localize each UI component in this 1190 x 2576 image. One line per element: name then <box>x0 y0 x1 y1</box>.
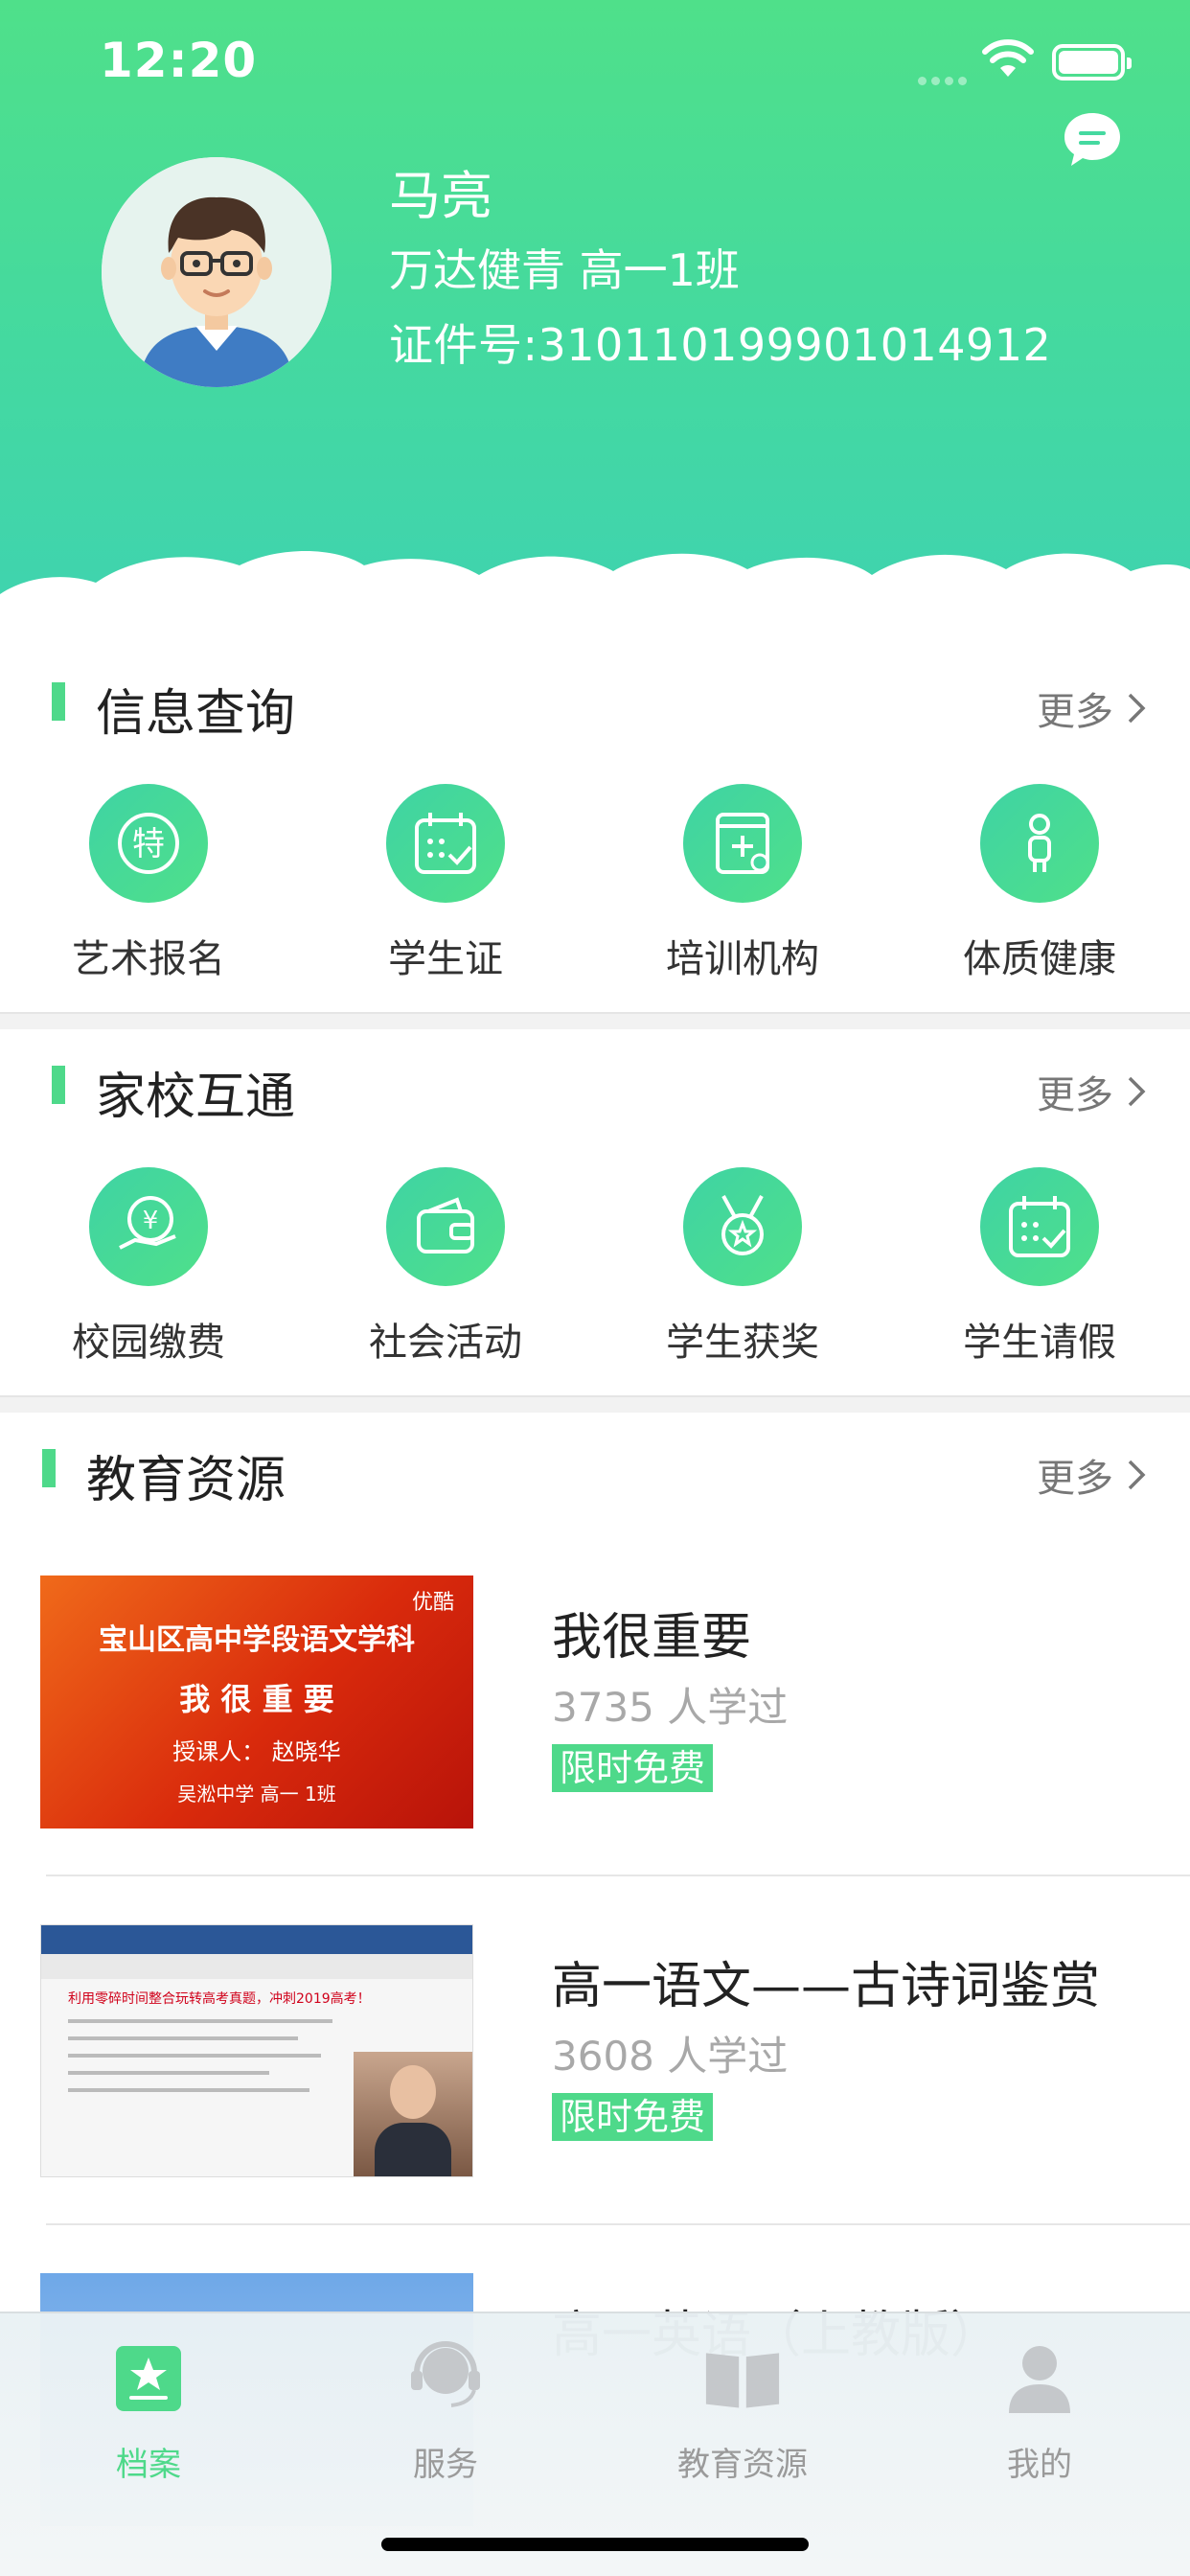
teacher-video <box>354 2052 472 2176</box>
battery-icon <box>1052 44 1132 80</box>
item-label: 校园缴费 <box>72 1321 225 1365</box>
item-label: 学生获奖 <box>666 1321 819 1365</box>
thumb-toolbar <box>41 1925 472 1954</box>
archive-star-icon <box>110 2340 187 2417</box>
section-title: 家校互通 <box>96 1069 296 1126</box>
resource-learner-count: 3735 人学过 <box>552 1684 789 1731</box>
thumb-line: 宝山区高中学段语文学科 <box>99 1623 415 1657</box>
home-item-campus-payment[interactable]: ¥ 校园缴费 <box>0 1167 297 1378</box>
resource-item[interactable]: 利用零碎时间整合玩转高考真题，冲刺2019高考！ 高一语文——古诗词鉴赏 360… <box>0 1924 1190 2269</box>
section-title: 教育资源 <box>86 1452 286 1509</box>
tab-label: 服务 <box>413 2446 478 2484</box>
tab-mine[interactable]: 我的 <box>891 2340 1188 2485</box>
cloud-divider <box>0 551 1190 642</box>
message-icon[interactable] <box>1060 107 1125 172</box>
info-item-art-registration[interactable]: 特 艺术报名 <box>0 784 297 995</box>
status-time: 12:20 <box>100 33 258 88</box>
resource-thumbnail: 利用零碎时间整合玩转高考真题，冲刺2019高考！ <box>40 1924 473 2177</box>
wallet-icon <box>386 1167 505 1286</box>
student-avatar-icon <box>102 157 332 387</box>
medical-book-icon <box>683 784 802 903</box>
more-label: 更多 <box>1037 1073 1113 1117</box>
tab-label: 档案 <box>116 2446 181 2484</box>
section-accent-bar <box>52 682 65 721</box>
section-header-info-query: 信息查询 更多 <box>0 663 1190 743</box>
home-item-student-award[interactable]: 学生获奖 <box>594 1167 891 1378</box>
tab-label: 我的 <box>1007 2446 1072 2484</box>
more-link[interactable]: 更多 <box>1037 1447 1146 1503</box>
open-book-icon <box>704 2340 781 2417</box>
svg-text:特: 特 <box>132 825 165 863</box>
section-header-home-school: 家校互通 更多 <box>0 1046 1190 1126</box>
home-item-social-activity[interactable]: 社会活动 <box>297 1167 594 1378</box>
resource-title: 高一语文——古诗词鉴赏 <box>552 1958 1101 2015</box>
more-link[interactable]: 更多 <box>1037 680 1146 736</box>
home-indicator[interactable] <box>381 2538 809 2551</box>
calendar-check-icon <box>386 784 505 903</box>
row-divider <box>46 2223 1190 2225</box>
info-query-grid: 特 艺术报名 学生证 培训机构 体质健康 <box>0 784 1190 995</box>
section-divider <box>0 1395 1190 1413</box>
wifi-icon <box>982 39 1034 77</box>
chevron-right-icon <box>1128 1076 1146 1107</box>
info-item-physical-health[interactable]: 体质健康 <box>891 784 1188 995</box>
status-bar: 12:20 <box>0 0 1190 125</box>
thumb-line: 授课人： 赵晓华 <box>172 1738 341 1765</box>
resource-item[interactable]: 优酷 宝山区高中学段语文学科 我 很 重 要 授课人： 赵晓华 吴淞中学 高一 … <box>0 1576 1190 1920</box>
svg-text:¥: ¥ <box>143 1207 159 1235</box>
special-badge-icon: 特 <box>89 784 208 903</box>
thumb-text-lines <box>68 2019 355 2134</box>
tab-bar: 档案 服务 教育资源 我的 <box>0 2312 1190 2576</box>
cellular-signal-icon <box>918 71 972 89</box>
resource-title: 我很重要 <box>552 1609 752 1667</box>
student-school-class: 万达健青 高一1班 <box>389 244 740 296</box>
service-headset-icon <box>407 2340 484 2417</box>
section-header-edu-resources: 教育资源 更多 <box>0 1430 1190 1509</box>
more-label: 更多 <box>1037 1457 1113 1501</box>
item-label: 培训机构 <box>666 937 819 981</box>
medal-icon <box>683 1167 802 1286</box>
info-item-training-institution[interactable]: 培训机构 <box>594 784 891 995</box>
item-label: 学生请假 <box>963 1321 1116 1365</box>
free-badge: 限时免费 <box>552 2093 714 2141</box>
resource-learner-count: 3608 人学过 <box>552 2033 789 2080</box>
section-title: 信息查询 <box>96 685 296 743</box>
home-item-student-leave[interactable]: 学生请假 <box>891 1167 1188 1378</box>
tab-edu-resources[interactable]: 教育资源 <box>594 2340 891 2485</box>
section-accent-bar <box>52 1066 65 1104</box>
thumb-line: 吴淞中学 高一 1班 <box>177 1782 336 1806</box>
yen-hand-icon: ¥ <box>89 1167 208 1286</box>
row-divider <box>46 1874 1190 1876</box>
thumb-ribbon <box>41 1954 472 1979</box>
chevron-right-icon <box>1128 1460 1146 1490</box>
item-label: 学生证 <box>388 937 503 981</box>
avatar[interactable] <box>102 157 332 387</box>
section-divider <box>0 1012 1190 1029</box>
user-icon <box>1001 2340 1078 2417</box>
more-link[interactable]: 更多 <box>1037 1064 1146 1119</box>
resource-thumbnail: 优酷 宝山区高中学段语文学科 我 很 重 要 授课人： 赵晓华 吴淞中学 高一 … <box>40 1576 473 1828</box>
item-label: 社会活动 <box>369 1321 522 1365</box>
thumb-line: 利用零碎时间整合玩转高考真题，冲刺2019高考！ <box>68 1991 371 2007</box>
item-label: 艺术报名 <box>72 937 225 981</box>
person-icon <box>980 784 1099 903</box>
section-accent-bar <box>42 1449 56 1487</box>
tab-label: 教育资源 <box>677 2446 808 2484</box>
student-name: 马亮 <box>389 166 492 226</box>
chevron-right-icon <box>1128 693 1146 724</box>
thumb-logo: 优酷 <box>411 1591 454 1615</box>
info-item-student-card[interactable]: 学生证 <box>297 784 594 995</box>
free-badge: 限时免费 <box>552 1744 714 1792</box>
item-label: 体质健康 <box>963 937 1116 981</box>
tab-archive[interactable]: 档案 <box>0 2340 297 2485</box>
student-id-number: 证件号:310110199901014912 <box>389 319 1052 371</box>
tab-service[interactable]: 服务 <box>297 2340 594 2485</box>
calendar-check-icon <box>980 1167 1099 1286</box>
home-school-grid: ¥ 校园缴费 社会活动 学生获奖 学生请假 <box>0 1167 1190 1378</box>
thumb-line: 我 很 重 要 <box>179 1681 334 1717</box>
profile-header: 12:20 马亮 万达健青 高一1班 证件号:31011019990101491… <box>0 0 1190 642</box>
more-label: 更多 <box>1037 690 1113 734</box>
